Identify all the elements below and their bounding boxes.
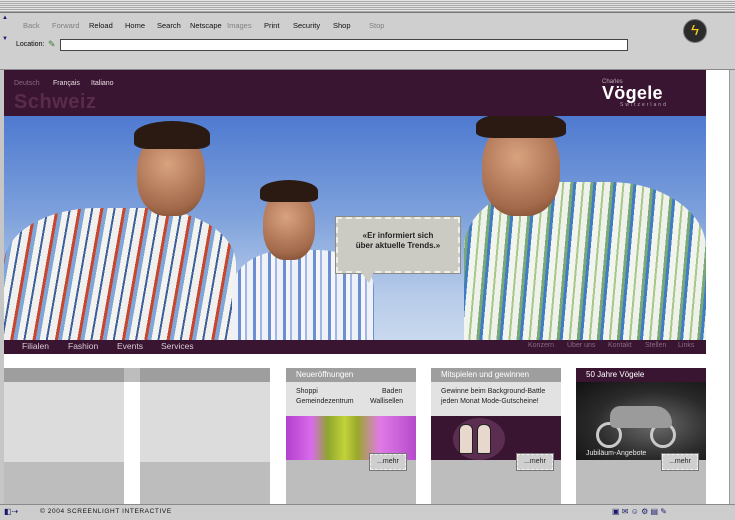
teaser-neueroeffnungen: Neueröffnungen Shoppi Baden Gemeindezent… <box>286 368 416 504</box>
column-1-footer <box>4 462 124 504</box>
hero-image: «Er informiert sich über aktuelle Trends… <box>4 116 706 340</box>
column-2-header <box>140 368 270 382</box>
teaser-line-1: Gewinne beim Background-Battle <box>441 388 546 395</box>
shop-button[interactable]: Shop <box>333 21 351 30</box>
quote-line-2: über aktuelle Trends.» <box>355 241 441 250</box>
location-grip-icon[interactable]: ▼ <box>2 36 10 42</box>
teaser-title: Neueröffnungen <box>286 368 416 382</box>
site-header: Deutsch Français Italiano Schweiz Charle… <box>4 70 706 116</box>
nav-links[interactable]: Links <box>678 342 694 349</box>
country-title: Schweiz <box>14 91 97 113</box>
teaser-line-2: jeden Monat Mode-Gutscheine! <box>441 398 539 405</box>
forward-button[interactable]: Forward <box>52 21 80 30</box>
status-bar: ◧⇢ © 2004 SCREENLIGHT INTERACTIVE ▣ ✉ ☺ … <box>0 504 735 520</box>
hair-left <box>134 121 210 149</box>
teaser-title: Mitspielen und gewinnen <box>431 368 561 382</box>
store-shoppi[interactable]: Shoppi <box>296 387 318 397</box>
teaser-title: 50 Jahre Vögele <box>576 368 706 382</box>
column-1-header <box>4 368 124 382</box>
nav-filialen[interactable]: Filialen <box>22 341 49 351</box>
page-proxy-icon[interactable]: ✎ <box>48 39 58 49</box>
mehr-button[interactable]: ...mehr <box>369 453 407 471</box>
location-input[interactable] <box>60 39 628 51</box>
security-button[interactable]: Security <box>293 21 320 30</box>
reload-button[interactable]: Reload <box>89 21 113 30</box>
mehr-button[interactable]: ...mehr <box>661 453 699 471</box>
netscape-throbber-icon[interactable]: ϟ <box>683 19 707 43</box>
browser-toolbar: ▲ ▼ Back Forward Reload Home Search Nets… <box>0 13 735 70</box>
nav-stellen[interactable]: Stellen <box>645 342 666 349</box>
lang-francais-link[interactable]: Français <box>53 80 80 87</box>
figure-right-icon <box>477 424 491 454</box>
figure-left-icon <box>459 424 473 454</box>
vertical-scrollbar[interactable] <box>729 70 735 504</box>
hair-right <box>476 116 566 138</box>
store-gemeindezentrum[interactable]: Gemeindezentrum <box>296 397 354 407</box>
shirt-left <box>4 208 236 340</box>
nav-kontakt[interactable]: Kontakt <box>608 342 632 349</box>
search-button[interactable]: Search <box>157 21 181 30</box>
status-text: © 2004 SCREENLIGHT INTERACTIVE <box>40 508 172 515</box>
print-button[interactable]: Print <box>264 21 279 30</box>
jubilaeum-caption[interactable]: Jubiläum-Angebote <box>586 449 646 459</box>
teaser-50-jahre: 50 Jahre Vögele Jubiläum-Angebote ...meh… <box>576 368 706 504</box>
nav-services[interactable]: Services <box>161 341 194 351</box>
netscape-button[interactable]: Netscape <box>190 21 222 30</box>
column-2-footer <box>140 462 270 504</box>
nav-events[interactable]: Events <box>117 341 143 351</box>
column-2-body <box>140 382 270 462</box>
security-lock-icon[interactable]: ◧⇢ <box>4 507 18 516</box>
stop-button[interactable]: Stop <box>369 21 384 30</box>
location-label: Location: <box>16 41 45 48</box>
nav-konzern[interactable]: Konzern <box>528 342 554 349</box>
store-baden[interactable]: Baden <box>382 387 402 397</box>
brand-tagline: Switzerland <box>620 102 668 108</box>
nav-fashion[interactable]: Fashion <box>68 341 98 351</box>
window-title-bar[interactable] <box>0 0 735 13</box>
scooter-body <box>610 406 672 428</box>
store-wallisellen[interactable]: Wallisellen <box>370 397 403 407</box>
right-gutter <box>706 116 729 504</box>
page-content: Deutsch Français Italiano Schweiz Charle… <box>4 70 729 504</box>
main-nav: Filialen Fashion Events Services Konzern… <box>4 340 706 354</box>
column-1-body <box>4 382 124 462</box>
hair-middle <box>260 180 318 202</box>
quote-line-1: «Er informiert sich <box>362 231 434 240</box>
quote-bubble-tail <box>359 269 375 283</box>
back-button[interactable]: Back <box>23 21 40 30</box>
nav-ueber-uns[interactable]: Über uns <box>567 342 595 349</box>
spacer-1 <box>124 368 140 382</box>
toolbar-grip-icon[interactable]: ▲ <box>2 15 10 21</box>
lang-deutsch-link[interactable]: Deutsch <box>14 80 40 87</box>
teaser-mitspielen: Mitspielen und gewinnen Gewinne beim Bac… <box>431 368 561 504</box>
mehr-button[interactable]: ...mehr <box>516 453 554 471</box>
component-bar-icons[interactable]: ▣ ✉ ☺ ⚙ ▤ ✎ <box>612 507 667 516</box>
lang-italiano-link[interactable]: Italiano <box>91 80 114 87</box>
brand-logo[interactable]: Vögele <box>602 83 663 104</box>
images-button[interactable]: Images <box>227 21 252 30</box>
quote-text: «Er informiert sich über aktuelle Trends… <box>338 231 458 251</box>
home-button[interactable]: Home <box>125 21 145 30</box>
